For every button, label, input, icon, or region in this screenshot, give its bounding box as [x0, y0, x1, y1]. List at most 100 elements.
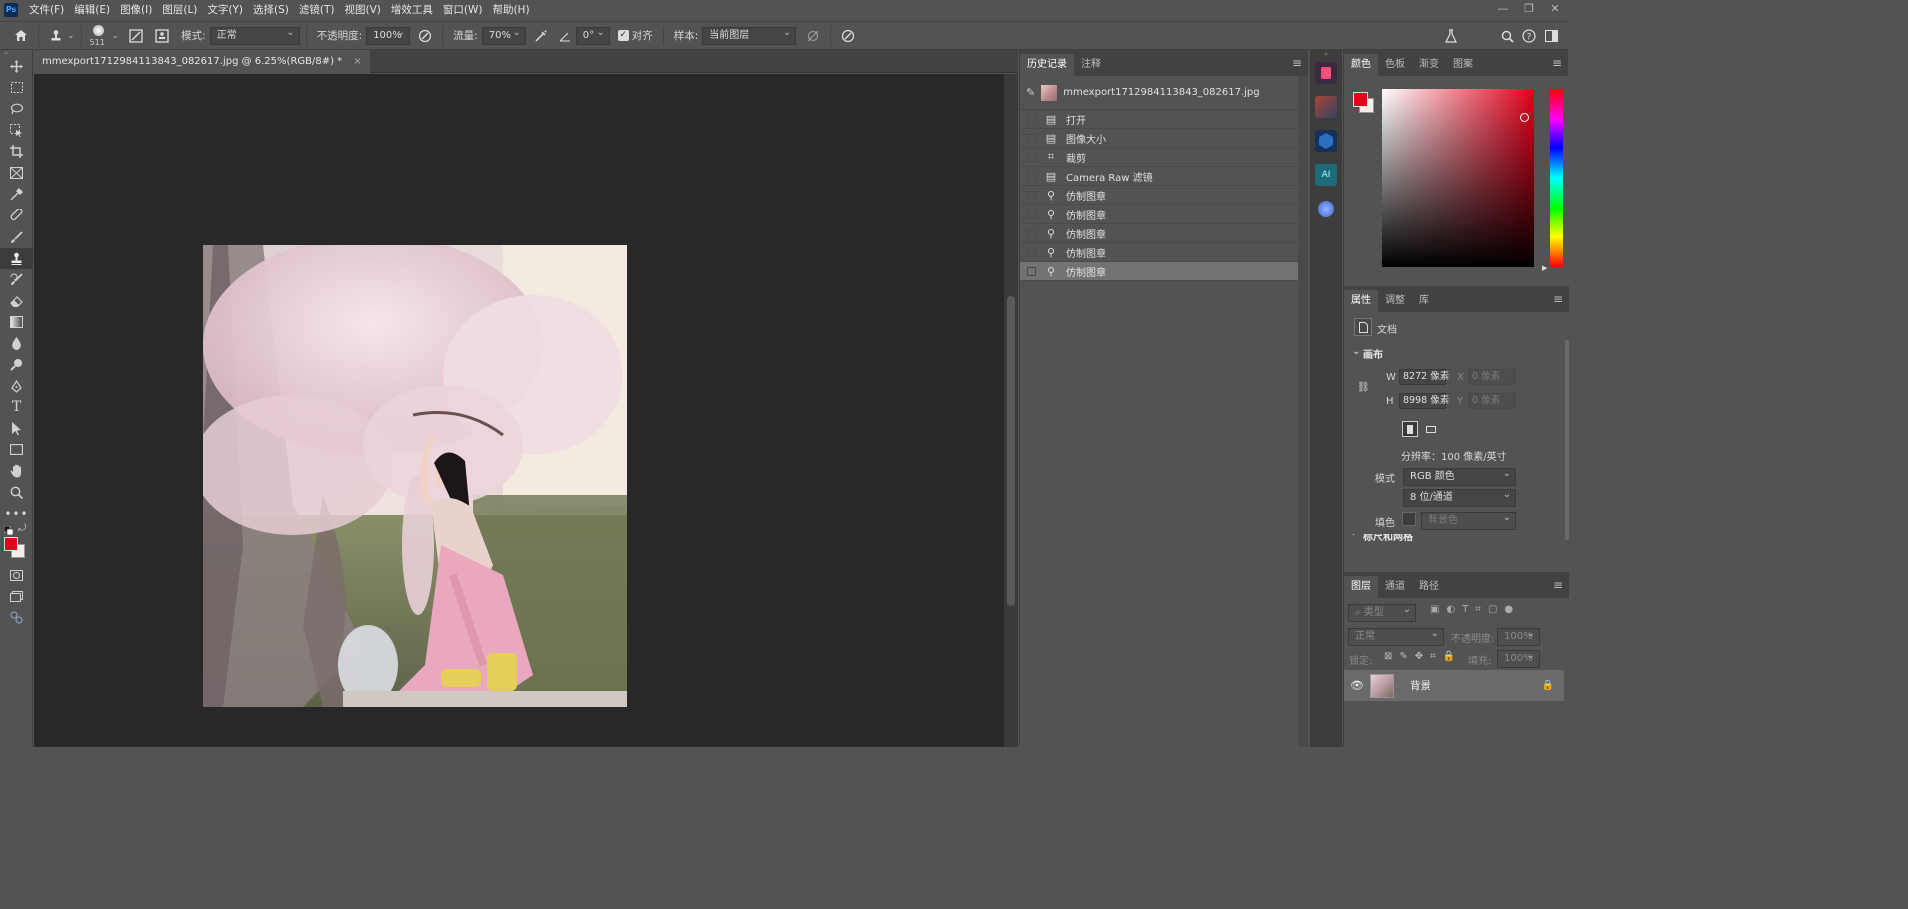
- brush-settings-icon[interactable]: [125, 25, 147, 47]
- brush-tool-icon[interactable]: [0, 226, 33, 247]
- frame-tool-icon[interactable]: [0, 162, 33, 183]
- history-source-checkbox[interactable]: [1027, 133, 1036, 143]
- history-step[interactable]: ⚲ 仿制图章: [1020, 205, 1308, 224]
- plugin-3-icon[interactable]: [1315, 130, 1337, 152]
- pen-tool-icon[interactable]: [0, 375, 33, 396]
- bit-depth-select[interactable]: 8 位/通道: [1403, 487, 1516, 507]
- plugin-1-icon[interactable]: [1315, 62, 1337, 84]
- object-selection-tool-icon[interactable]: [0, 120, 33, 141]
- pressure-opacity-icon[interactable]: [414, 25, 436, 47]
- fill-color-swatch[interactable]: [1402, 512, 1416, 526]
- help-icon[interactable]: ?: [1518, 25, 1540, 47]
- canvas-section-header[interactable]: 画布: [1363, 346, 1383, 361]
- history-brush-tool-icon[interactable]: [0, 269, 33, 290]
- link-icon[interactable]: ⛓: [1357, 382, 1370, 393]
- history-source-checkbox[interactable]: [1027, 171, 1036, 181]
- gradient-tool-icon[interactable]: [0, 312, 33, 333]
- layer-row-background[interactable]: 👁 背景 🔒: [1344, 670, 1564, 701]
- scrollbar-thumb[interactable]: [1007, 296, 1015, 606]
- tab-patterns[interactable]: 图案: [1446, 54, 1480, 76]
- collapse-icon[interactable]: «: [1310, 50, 1342, 58]
- height-input[interactable]: 8998 像素: [1399, 393, 1449, 409]
- more-tools-icon[interactable]: •••: [0, 503, 33, 524]
- type-filter-icon[interactable]: T: [1462, 604, 1468, 615]
- history-step[interactable]: ⚲ 仿制图章: [1020, 186, 1308, 205]
- clone-stamp-preset-icon[interactable]: [45, 25, 67, 47]
- rulers-grid-section-header[interactable]: 标尺和网格: [1363, 534, 1413, 543]
- tab-notes[interactable]: 注释: [1074, 54, 1108, 76]
- history-source-checkbox[interactable]: [1027, 228, 1036, 238]
- canvas-area[interactable]: [34, 74, 1004, 747]
- history-step[interactable]: ▤ 打开: [1020, 110, 1308, 129]
- brush-size-picker[interactable]: 511: [88, 23, 110, 49]
- history-step[interactable]: ⚲ 仿制图章: [1020, 224, 1308, 243]
- history-scrollbar[interactable]: [1298, 76, 1308, 747]
- screen-mode-icon[interactable]: [0, 586, 33, 607]
- panel-menu-icon[interactable]: ≡: [1292, 56, 1302, 70]
- menu-help[interactable]: 帮助(H): [487, 0, 534, 20]
- tab-history[interactable]: 历史记录: [1020, 54, 1074, 76]
- path-selection-tool-icon[interactable]: [0, 418, 33, 439]
- tab-gradients[interactable]: 渐变: [1412, 54, 1446, 76]
- layer-opacity-select[interactable]: 100%: [1497, 626, 1540, 646]
- history-brush-source-icon[interactable]: ✎: [1026, 86, 1035, 99]
- history-step-selected[interactable]: ⚲ 仿制图章: [1020, 262, 1308, 281]
- rectangle-tool-icon[interactable]: [0, 439, 33, 460]
- chevron-down-icon[interactable]: ⌄: [1352, 346, 1360, 357]
- menu-file[interactable]: 文件(F): [24, 0, 69, 20]
- menu-filter[interactable]: 滤镜(T): [294, 0, 340, 20]
- document-tab[interactable]: mmexport1712984113843_082617.jpg @ 6.25%…: [34, 50, 370, 73]
- history-source-checkbox[interactable]: [1027, 266, 1036, 276]
- foreground-color-swatch[interactable]: [4, 536, 18, 551]
- layer-fill-select[interactable]: 100%: [1497, 648, 1540, 668]
- lock-transparency-icon[interactable]: ⊠: [1384, 651, 1392, 662]
- crop-tool-icon[interactable]: [0, 141, 33, 162]
- blend-mode-select[interactable]: 正常: [1348, 626, 1444, 646]
- type-tool-icon[interactable]: T: [0, 397, 33, 418]
- color-picker-cursor[interactable]: [1520, 113, 1529, 122]
- clone-stamp-tool-icon[interactable]: [0, 247, 33, 269]
- minimize-icon[interactable]: —: [1490, 0, 1516, 20]
- default-colors-icon[interactable]: [3, 525, 14, 535]
- opacity-select[interactable]: 100%: [366, 25, 411, 45]
- hue-slider-handle[interactable]: ▶: [1542, 264, 1547, 272]
- menu-layer[interactable]: 图层(L): [157, 0, 202, 20]
- zoom-tool-icon[interactable]: [0, 482, 33, 503]
- blur-tool-icon[interactable]: [0, 333, 33, 354]
- airbrush-icon[interactable]: [530, 25, 552, 47]
- tab-paths[interactable]: 路径: [1412, 576, 1446, 598]
- flask-icon[interactable]: [1440, 25, 1462, 47]
- healing-brush-tool-icon[interactable]: [0, 205, 33, 226]
- align-checkbox[interactable]: ✓: [617, 30, 629, 41]
- lock-all-icon[interactable]: 🔒: [1443, 651, 1455, 662]
- lasso-tool-icon[interactable]: [0, 99, 33, 120]
- x-input[interactable]: 0 像素: [1468, 369, 1516, 385]
- menu-window[interactable]: 窗口(W): [438, 0, 488, 20]
- move-tool-icon[interactable]: [0, 56, 33, 77]
- close-icon[interactable]: ✕: [1542, 0, 1568, 20]
- home-icon[interactable]: [10, 25, 32, 47]
- mode-select[interactable]: 正常: [209, 25, 300, 45]
- quick-mask-icon[interactable]: [0, 565, 33, 586]
- panel-menu-icon[interactable]: ≡: [1553, 292, 1563, 306]
- ignore-adjustment-layers-icon[interactable]: [802, 25, 824, 47]
- filter-toggle-icon[interactable]: ●: [1504, 604, 1513, 615]
- tab-libraries[interactable]: 库: [1412, 290, 1436, 312]
- tab-channels[interactable]: 通道: [1378, 576, 1412, 598]
- pressure-size-icon[interactable]: [837, 25, 859, 47]
- landscape-orientation-icon[interactable]: [1423, 421, 1439, 437]
- eraser-tool-icon[interactable]: [0, 290, 33, 311]
- tab-close-icon[interactable]: ×: [353, 56, 361, 67]
- search-icon[interactable]: [1496, 25, 1518, 47]
- history-snapshot[interactable]: ✎ mmexport1712984113843_082617.jpg: [1020, 76, 1308, 110]
- color-panel-foreground-swatch[interactable]: [1353, 92, 1368, 107]
- chevron-down-icon[interactable]: ⌄: [112, 31, 120, 41]
- angle-input[interactable]: 0°: [575, 25, 610, 45]
- color-mode-select[interactable]: RGB 颜色: [1403, 466, 1516, 486]
- adjustment-filter-icon[interactable]: ◐: [1446, 604, 1455, 615]
- hue-slider[interactable]: [1550, 89, 1563, 267]
- panel-menu-icon[interactable]: ≡: [1553, 578, 1563, 592]
- document-image[interactable]: [203, 245, 627, 707]
- lock-artboard-icon[interactable]: ⌗: [1430, 651, 1436, 662]
- pixel-filter-icon[interactable]: ▣: [1430, 604, 1439, 615]
